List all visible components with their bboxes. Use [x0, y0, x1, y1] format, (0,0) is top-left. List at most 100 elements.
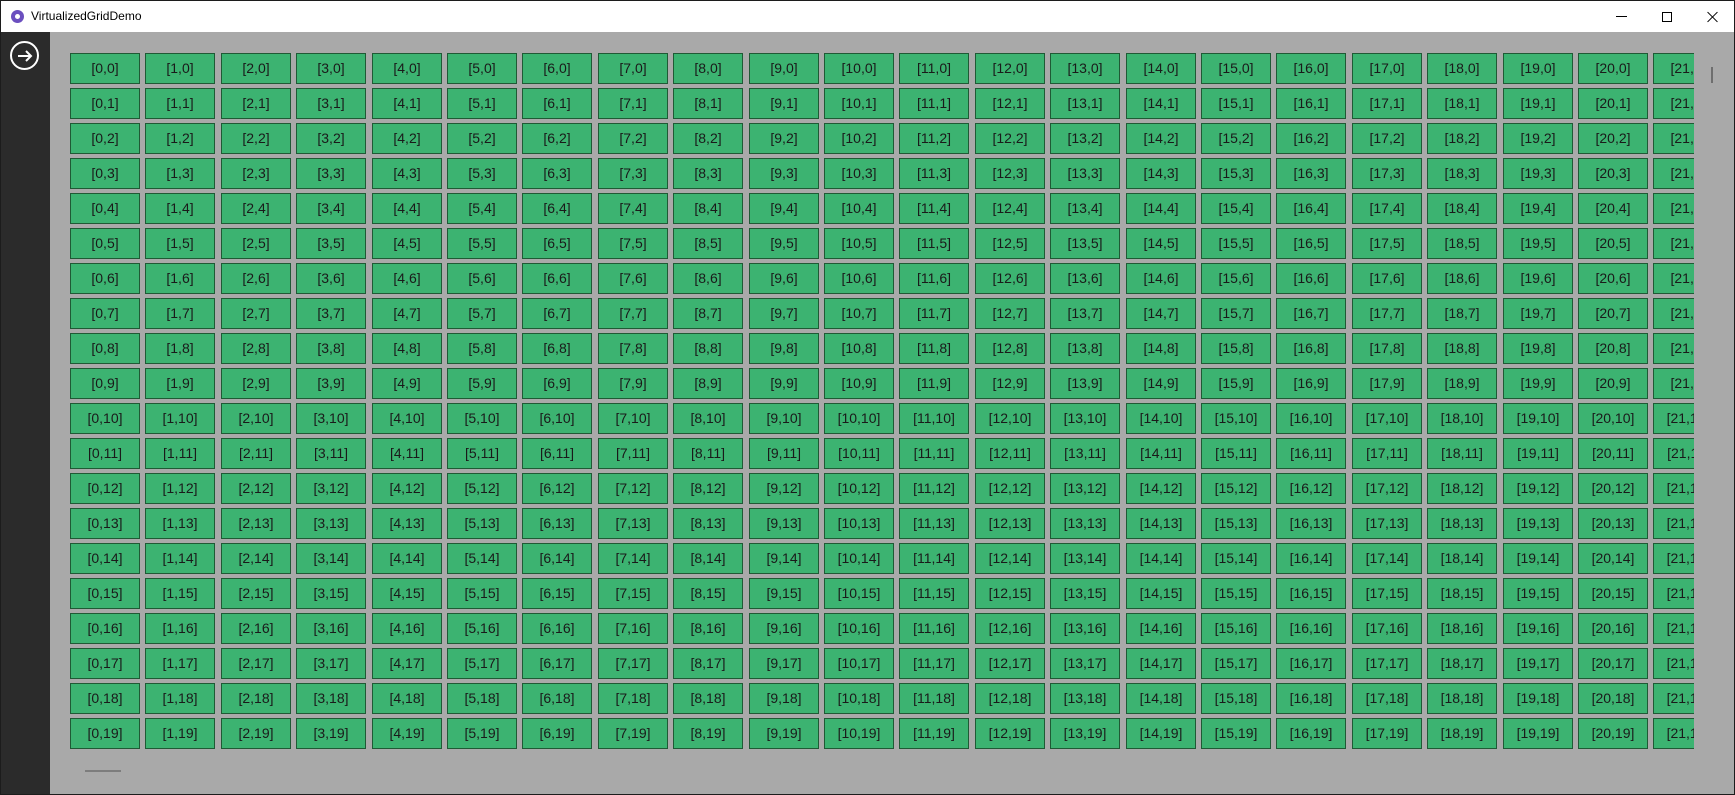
- grid-cell[interactable]: [12,16]: [975, 613, 1045, 644]
- grid-cell[interactable]: [16,18]: [1276, 683, 1346, 714]
- grid-cell[interactable]: [18,13]: [1427, 508, 1497, 539]
- grid-cell[interactable]: [14,7]: [1126, 298, 1196, 329]
- grid-cell[interactable]: [11,16]: [899, 613, 969, 644]
- grid-cell[interactable]: [12,3]: [975, 158, 1045, 189]
- grid-cell[interactable]: [5,12]: [447, 473, 517, 504]
- grid-cell[interactable]: [14,14]: [1126, 543, 1196, 574]
- grid-cell[interactable]: [13,15]: [1050, 578, 1120, 609]
- grid-cell[interactable]: [6,14]: [522, 543, 592, 574]
- grid-cell[interactable]: [10,16]: [824, 613, 894, 644]
- grid-cell[interactable]: [15,13]: [1201, 508, 1271, 539]
- grid-cell[interactable]: [1,7]: [145, 298, 215, 329]
- grid-cell[interactable]: [16,14]: [1276, 543, 1346, 574]
- grid-cell[interactable]: [1,16]: [145, 613, 215, 644]
- grid-cell[interactable]: [6,18]: [522, 683, 592, 714]
- grid-cell[interactable]: [10,19]: [824, 718, 894, 749]
- grid-cell[interactable]: [20,0]: [1578, 53, 1648, 84]
- grid-cell[interactable]: [5,19]: [447, 718, 517, 749]
- grid-cell[interactable]: [8,9]: [673, 368, 743, 399]
- grid-cell[interactable]: [16,13]: [1276, 508, 1346, 539]
- grid-cell[interactable]: [7,2]: [598, 123, 668, 154]
- grid-cell[interactable]: [7,19]: [598, 718, 668, 749]
- grid-cell[interactable]: [4,6]: [372, 263, 442, 294]
- grid-cell[interactable]: [19,0]: [1503, 53, 1573, 84]
- grid-cell[interactable]: [0,13]: [70, 508, 140, 539]
- grid-cell[interactable]: [20,12]: [1578, 473, 1648, 504]
- grid-cell[interactable]: [13,10]: [1050, 403, 1120, 434]
- grid-cell[interactable]: [11,2]: [899, 123, 969, 154]
- grid-cell[interactable]: [14,16]: [1126, 613, 1196, 644]
- grid-cell[interactable]: [6,9]: [522, 368, 592, 399]
- grid-cell[interactable]: [7,14]: [598, 543, 668, 574]
- grid-cell[interactable]: [7,4]: [598, 193, 668, 224]
- grid-cell[interactable]: [2,8]: [221, 333, 291, 364]
- grid-cell[interactable]: [14,3]: [1126, 158, 1196, 189]
- grid-cell[interactable]: [13,13]: [1050, 508, 1120, 539]
- grid-cell[interactable]: [21,1]: [1653, 88, 1694, 119]
- grid-cell[interactable]: [7,0]: [598, 53, 668, 84]
- grid-cell[interactable]: [18,19]: [1427, 718, 1497, 749]
- grid-cell[interactable]: [9,16]: [749, 613, 819, 644]
- grid-cell[interactable]: [6,13]: [522, 508, 592, 539]
- grid-cell[interactable]: [20,15]: [1578, 578, 1648, 609]
- grid-cell[interactable]: [21,5]: [1653, 228, 1694, 259]
- close-button[interactable]: [1690, 1, 1734, 32]
- grid-cell[interactable]: [17,14]: [1352, 543, 1422, 574]
- grid-cell[interactable]: [11,7]: [899, 298, 969, 329]
- grid-cell[interactable]: [3,16]: [296, 613, 366, 644]
- grid-cell[interactable]: [3,15]: [296, 578, 366, 609]
- grid-cell[interactable]: [17,6]: [1352, 263, 1422, 294]
- grid-cell[interactable]: [21,11]: [1653, 438, 1694, 469]
- grid-cell[interactable]: [1,4]: [145, 193, 215, 224]
- grid-cell[interactable]: [20,5]: [1578, 228, 1648, 259]
- grid-cell[interactable]: [4,19]: [372, 718, 442, 749]
- grid-cell[interactable]: [9,13]: [749, 508, 819, 539]
- grid-cell[interactable]: [15,4]: [1201, 193, 1271, 224]
- grid-cell[interactable]: [3,14]: [296, 543, 366, 574]
- grid-cell[interactable]: [10,11]: [824, 438, 894, 469]
- grid-cell[interactable]: [5,6]: [447, 263, 517, 294]
- grid-cell[interactable]: [10,9]: [824, 368, 894, 399]
- grid-cell[interactable]: [17,10]: [1352, 403, 1422, 434]
- grid-cell[interactable]: [6,0]: [522, 53, 592, 84]
- grid-cell[interactable]: [19,2]: [1503, 123, 1573, 154]
- grid-cell[interactable]: [16,6]: [1276, 263, 1346, 294]
- grid-cell[interactable]: [12,6]: [975, 263, 1045, 294]
- grid-cell[interactable]: [3,10]: [296, 403, 366, 434]
- grid-cell[interactable]: [14,13]: [1126, 508, 1196, 539]
- grid-cell[interactable]: [18,4]: [1427, 193, 1497, 224]
- grid-cell[interactable]: [19,13]: [1503, 508, 1573, 539]
- grid-cell[interactable]: [10,15]: [824, 578, 894, 609]
- grid-cell[interactable]: [9,10]: [749, 403, 819, 434]
- grid-cell[interactable]: [6,8]: [522, 333, 592, 364]
- grid-cell[interactable]: [4,9]: [372, 368, 442, 399]
- grid-cell[interactable]: [6,10]: [522, 403, 592, 434]
- grid-cell[interactable]: [1,11]: [145, 438, 215, 469]
- grid-cell[interactable]: [9,0]: [749, 53, 819, 84]
- grid-cell[interactable]: [11,11]: [899, 438, 969, 469]
- grid-cell[interactable]: [14,6]: [1126, 263, 1196, 294]
- grid-cell[interactable]: [15,14]: [1201, 543, 1271, 574]
- grid-cell[interactable]: [6,16]: [522, 613, 592, 644]
- grid-cell[interactable]: [9,5]: [749, 228, 819, 259]
- grid-cell[interactable]: [2,3]: [221, 158, 291, 189]
- grid-cell[interactable]: [13,1]: [1050, 88, 1120, 119]
- grid-cell[interactable]: [0,17]: [70, 648, 140, 679]
- grid-cell[interactable]: [5,10]: [447, 403, 517, 434]
- grid-cell[interactable]: [19,10]: [1503, 403, 1573, 434]
- grid-cell[interactable]: [5,15]: [447, 578, 517, 609]
- grid-cell[interactable]: [0,12]: [70, 473, 140, 504]
- grid-cell[interactable]: [15,19]: [1201, 718, 1271, 749]
- grid-cell[interactable]: [21,3]: [1653, 158, 1694, 189]
- grid-cell[interactable]: [19,14]: [1503, 543, 1573, 574]
- grid-cell[interactable]: [13,3]: [1050, 158, 1120, 189]
- grid-cell[interactable]: [12,1]: [975, 88, 1045, 119]
- grid-cell[interactable]: [20,6]: [1578, 263, 1648, 294]
- grid-cell[interactable]: [3,0]: [296, 53, 366, 84]
- grid-cell[interactable]: [13,7]: [1050, 298, 1120, 329]
- grid-cell[interactable]: [14,9]: [1126, 368, 1196, 399]
- grid-cell[interactable]: [1,10]: [145, 403, 215, 434]
- grid-cell[interactable]: [14,15]: [1126, 578, 1196, 609]
- grid-cell[interactable]: [20,14]: [1578, 543, 1648, 574]
- grid-cell[interactable]: [19,16]: [1503, 613, 1573, 644]
